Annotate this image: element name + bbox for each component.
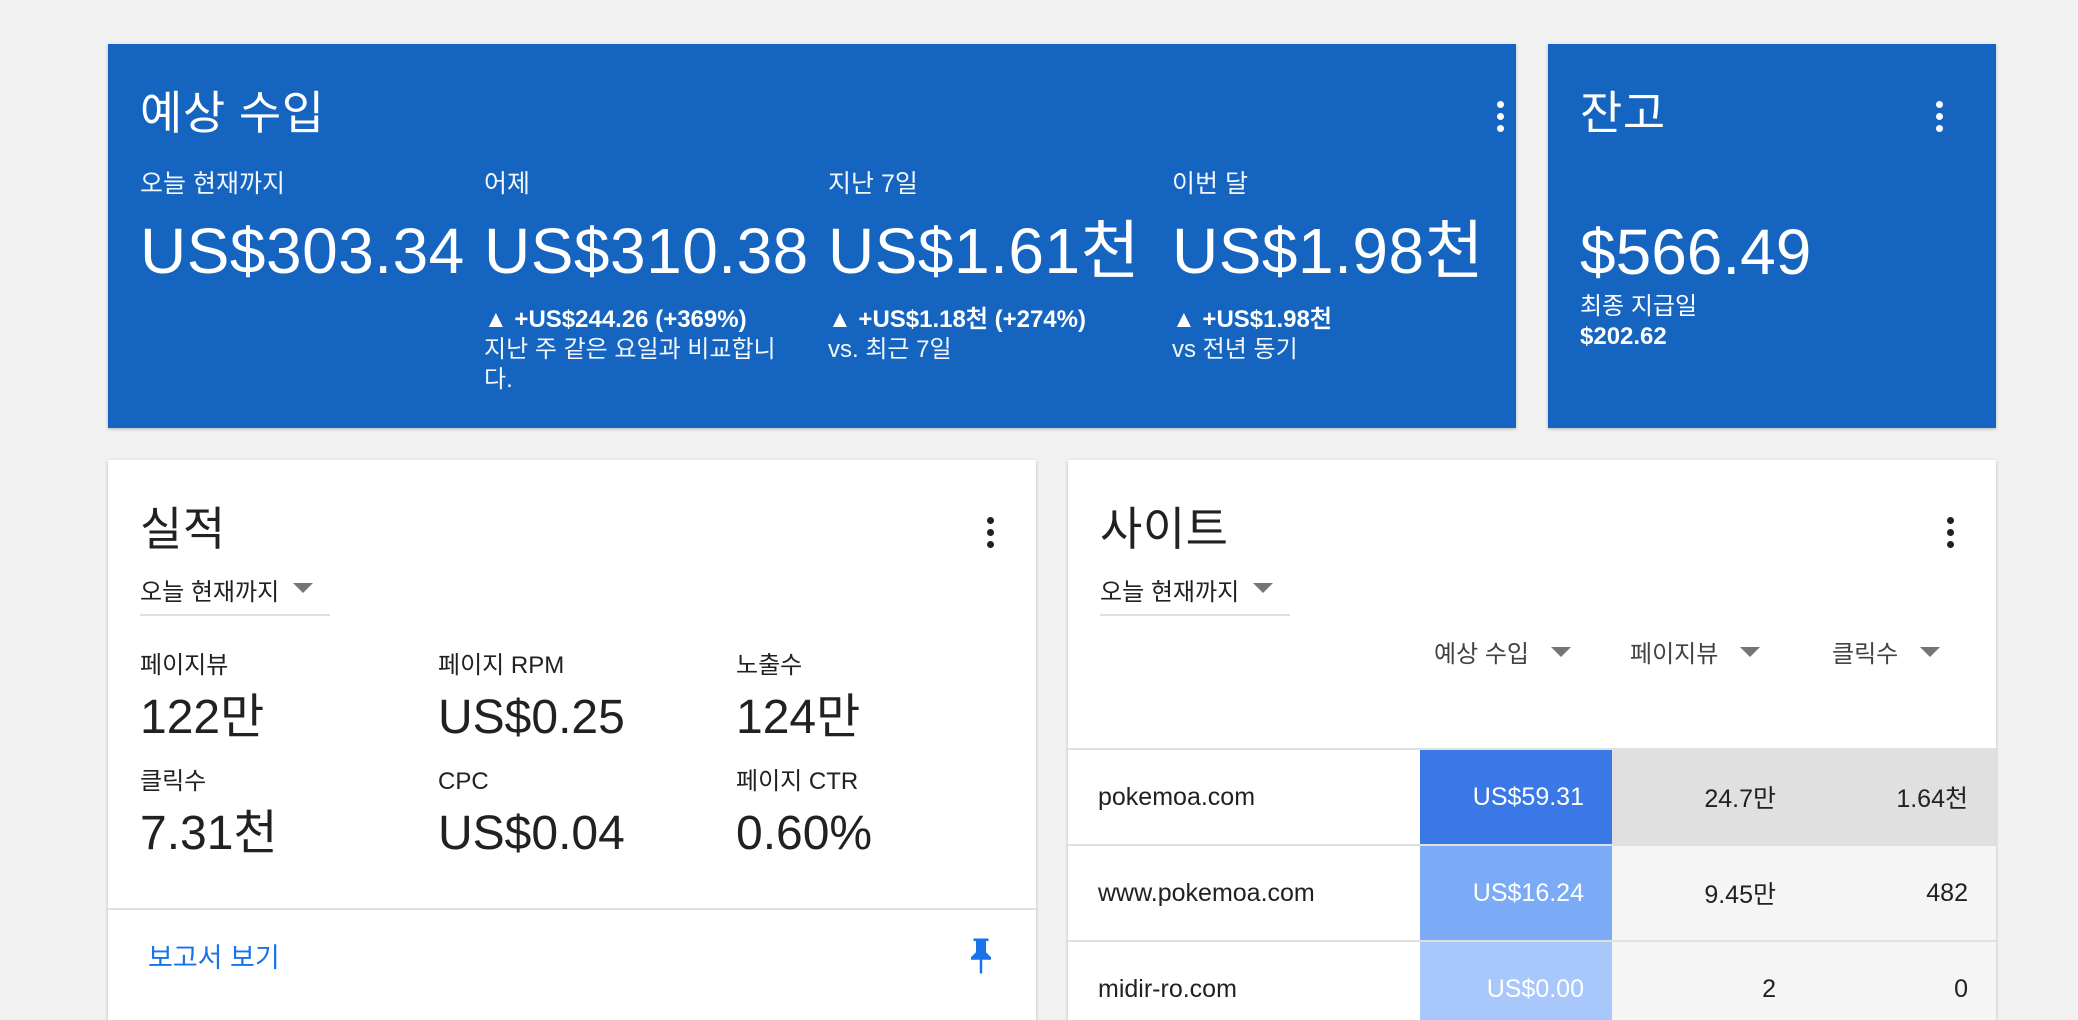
site-clicks-cell: 482 [1804,846,1996,940]
site-pageviews-cell: 24.7만 [1612,750,1804,844]
site-earnings: US$59.31 [1472,782,1584,811]
earnings-yesterday-delta: ▲ +US$244.26 (+369%) [484,306,747,333]
earnings-last-7-days-delta: ▲ +US$1.18천 (+274%) [828,306,1086,333]
earnings-today: 오늘 현재까지 US$303.34 [140,170,470,287]
balance-value: $566.49 [1580,216,1812,288]
metric-label: CPC [438,768,489,795]
site-earnings-cell: US$16.24 [1420,846,1612,940]
performance-range-dropdown[interactable]: 오늘 현재까지 [140,572,330,616]
earnings-yesterday: 어제 US$310.38 ▲ +US$244.26 (+369%) 지난 주 같… [484,172,814,395]
metric-cpc: CPC US$0.04 [438,770,718,858]
earnings-this-month-note: vs 전년 동기 [1172,336,1298,363]
performance-card: 실적 오늘 현재까지 페이지뷰 122만 페이지 RPM US$0.25 노출수… [108,460,1036,1020]
estimated-earnings-title: 예상 수입 [140,87,325,139]
earnings-today-label: 오늘 현재까지 [140,170,285,198]
arrow-drop-down-icon [1253,583,1274,593]
sort-arrow-icon [1920,646,1941,657]
metric-value: 122만 [140,691,265,744]
balance-card: 잔고 $566.49 최종 지급일 $202.62 [1548,44,1996,428]
column-header-label: 클릭수 [1832,641,1899,668]
metric-label: 페이지뷰 [140,652,229,679]
earnings-yesterday-value: US$310.38 [484,215,809,287]
earnings-this-month-label: 이번 달 [1172,170,1248,198]
site-clicks: 0 [1954,974,1968,1003]
metric-page-ctr: 페이지 CTR 0.60% [736,770,1016,858]
site-earnings-cell: US$0.00 [1420,942,1612,1020]
metric-value: 124만 [736,691,861,744]
earnings-this-month-delta: ▲ +US$1.98천 [1172,306,1332,333]
view-report-link[interactable]: 보고서 보기 [148,936,280,975]
site-pageviews-cell: 9.45만 [1612,846,1804,940]
metric-pageviews: 페이지뷰 122만 [140,654,420,742]
column-header-label: 페이지뷰 [1630,641,1719,668]
site-pageviews: 24.7만 [1704,785,1776,813]
sites-title: 사이트 [1100,503,1229,555]
earnings-last-7-days: 지난 7일 US$1.61천 ▲ +US$1.18천 (+274%) vs. 최… [828,172,1158,365]
sites-card: 사이트 오늘 현재까지 예상 수입 페이지뷰 클릭수 pokemoa.com U… [1068,460,1996,1020]
table-row[interactable]: midir-ro.com US$0.00 2 0 [1068,940,1996,1020]
sites-range-dropdown[interactable]: 오늘 현재까지 [1100,572,1290,616]
earnings-this-month: 이번 달 US$1.98천 ▲ +US$1.98천 vs 전년 동기 [1172,172,1502,365]
table-row[interactable]: pokemoa.com US$59.31 24.7만 1.64천 [1068,748,1996,844]
sites-range-label: 오늘 현재까지 [1100,579,1240,606]
sort-arrow-icon [1551,646,1571,657]
metric-label: 클릭수 [140,768,207,795]
site-earnings: US$16.24 [1472,878,1584,907]
last-payment-label: 최종 지급일 [1580,293,1698,320]
site-clicks-cell: 0 [1804,942,1996,1020]
site-name: www.pokemoa.com [1098,878,1315,907]
metric-impressions: 노출수 124만 [736,654,1016,742]
performance-title: 실적 [140,503,226,555]
column-header-pageviews[interactable]: 페이지뷰 [1630,634,1761,669]
site-earnings-cell: US$59.31 [1420,750,1612,844]
column-header-label: 예상 수입 [1434,641,1529,668]
last-payment-value: $202.62 [1580,323,1667,350]
earnings-last-7-days-value: US$1.61천 [828,215,1140,287]
earnings-this-month-value: US$1.98천 [1172,215,1484,287]
metric-value: 0.60% [736,807,873,860]
earnings-last-7-days-label: 지난 7일 [828,170,918,198]
sort-arrow-icon [1740,646,1761,657]
performance-divider [108,908,1036,910]
site-pageviews-cell: 2 [1612,942,1804,1020]
performance-range-label: 오늘 현재까지 [140,579,280,606]
column-header-estimated-earnings[interactable]: 예상 수입 [1434,634,1571,669]
earnings-yesterday-note: 지난 주 같은 요일과 비교합니다. [484,336,776,393]
metric-value: US$0.04 [438,807,625,860]
metric-clicks: 클릭수 7.31천 [140,770,420,858]
site-clicks: 482 [1926,878,1968,907]
site-name: midir-ro.com [1098,974,1237,1003]
metric-label: 페이지 RPM [438,652,565,679]
metric-page-rpm: 페이지 RPM US$0.25 [438,654,718,742]
pin-icon[interactable] [966,936,996,976]
site-pageviews: 2 [1762,974,1776,1003]
performance-more-icon[interactable] [980,512,1000,552]
earnings-today-value: US$303.34 [140,215,465,287]
balance-more-icon[interactable] [1929,96,1949,136]
column-header-clicks[interactable]: 클릭수 [1832,634,1941,669]
site-clicks: 1.64천 [1896,785,1968,813]
arrow-drop-down-icon [293,583,314,593]
balance-title: 잔고 [1580,87,1666,139]
sites-more-icon[interactable] [1940,512,1960,552]
site-pageviews: 9.45만 [1704,881,1776,909]
estimated-earnings-card: 예상 수입 오늘 현재까지 US$303.34 어제 US$310.38 ▲ +… [108,44,1516,428]
metric-value: US$0.25 [438,691,625,744]
site-name: pokemoa.com [1098,782,1256,811]
estimated-earnings-more-icon[interactable] [1490,96,1510,136]
site-earnings: US$0.00 [1486,974,1584,1003]
table-row[interactable]: www.pokemoa.com US$16.24 9.45만 482 [1068,844,1996,940]
earnings-yesterday-label: 어제 [484,170,531,198]
metric-label: 페이지 CTR [736,768,859,795]
site-clicks-cell: 1.64천 [1804,750,1996,844]
earnings-last-7-days-note: vs. 최근 7일 [828,336,952,363]
metric-label: 노출수 [736,652,803,679]
metric-value: 7.31천 [140,807,278,860]
